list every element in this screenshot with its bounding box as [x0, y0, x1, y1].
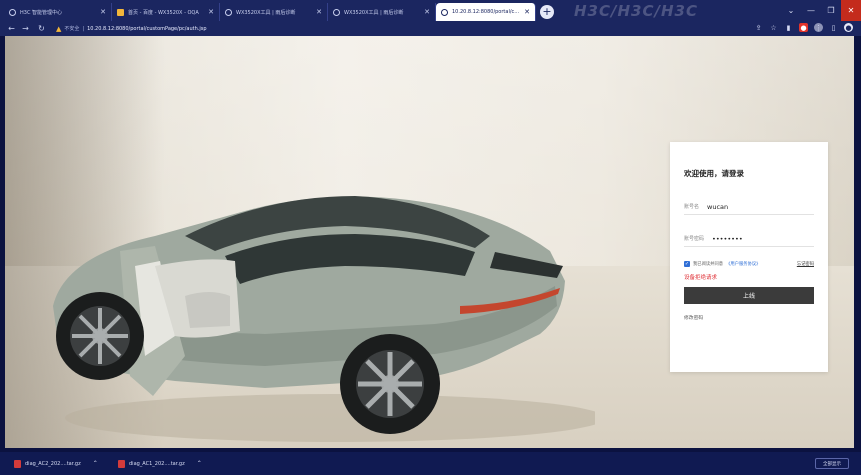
chevron-up-icon[interactable]: ⌃ [197, 460, 202, 467]
tab-title: H3C 智能管理中心 [20, 9, 63, 16]
agreement-row: ✓ 我已阅读并同意 《用户服务协议》 忘记密码 [684, 261, 814, 267]
close-icon[interactable]: ✕ [316, 8, 322, 16]
new-tab-button[interactable]: + [540, 5, 554, 19]
agree-text: 我已阅读并同意 [693, 262, 724, 267]
forgot-password-link[interactable]: 忘记密码 [797, 261, 814, 267]
show-all-downloads-button[interactable]: 全部显示 [815, 458, 849, 469]
portal-page: 欢迎使用，请登录 账号名 账号密码 ✓ 我已阅读并同意 《用户服务协议》 忘记密… [5, 36, 854, 448]
close-window-icon[interactable]: ✕ [841, 0, 861, 21]
username-label: 账号名 [684, 204, 700, 210]
password-input[interactable] [712, 234, 803, 243]
agree-checkbox[interactable]: ✓ [684, 261, 690, 267]
close-icon[interactable]: ✕ [524, 8, 530, 16]
archive-file-icon [14, 459, 21, 468]
back-icon[interactable]: ← [6, 23, 17, 34]
browser-toolbar: ← → ↻ ▲ 不安全 | 10.20.8.12:8080/portal/cus… [0, 21, 861, 36]
close-icon[interactable]: ✕ [424, 8, 430, 16]
tab-h3c-imc[interactable]: H3C 智能管理中心 ✕ [4, 3, 112, 21]
share-icon[interactable]: ⇪ [754, 23, 763, 32]
login-card: 欢迎使用，请登录 账号名 账号密码 ✓ 我已阅读并同意 《用户服务协议》 忘记密… [670, 142, 828, 372]
warning-icon [117, 8, 124, 16]
car-image [53, 196, 595, 442]
minimize-icon[interactable]: — [801, 0, 821, 21]
tab-wx3520x-1[interactable]: WX3520X工具 | 雨后诊断 ✕ [220, 3, 328, 21]
sidebar-icon[interactable]: ▯ [829, 23, 838, 32]
download-item[interactable]: diag_AC1_202....tar.gz ⌃ [118, 456, 202, 471]
chevron-down-icon[interactable]: ⌄ [781, 0, 801, 21]
username-field: 账号名 [684, 199, 814, 215]
warning-triangle-icon[interactable]: ▲ [56, 25, 61, 33]
watermark: H3C/H3C/H3C [574, 2, 698, 20]
tab-portal-active[interactable]: 10.20.8.12:8080/portal/custo ✕ [436, 3, 536, 21]
globe-icon [9, 8, 16, 16]
tab-title: WX3520X工具 | 雨后诊断 [236, 9, 296, 16]
forward-icon[interactable]: → [20, 23, 31, 34]
download-item[interactable]: diag_AC2_202....tar.gz ⌃ [14, 456, 98, 471]
maximize-icon[interactable]: ❐ [821, 0, 841, 21]
archive-file-icon [118, 459, 125, 468]
toolbar-actions: ⇪ ☆ ▮ ● ⋮ ▯ ● [754, 23, 853, 32]
tab-title: 首页 - 百度 - WX3520X - OQA [128, 9, 199, 16]
agreement-link[interactable]: 《用户服务协议》 [726, 261, 760, 267]
globe-icon [441, 8, 448, 16]
extension-icon[interactable]: ▮ [784, 23, 793, 32]
profile-icon[interactable]: ● [844, 23, 853, 32]
security-label: 不安全 [64, 26, 80, 32]
window-controls: ⌄ — ❐ ✕ [781, 0, 861, 21]
login-button[interactable]: 上线 [684, 287, 814, 304]
downloads-bar: diag_AC2_202....tar.gz ⌃ diag_AC1_202...… [0, 452, 861, 475]
tab-list: H3C 智能管理中心 ✕ 首页 - 百度 - WX3520X - OQA ✕ W… [4, 3, 554, 21]
error-message: 设备拒绝请求 [684, 275, 718, 281]
separator: | [82, 25, 85, 32]
menu-icon[interactable]: ⋮ [814, 23, 823, 32]
change-password-link[interactable]: 修改密码 [684, 314, 814, 321]
globe-icon [225, 8, 232, 16]
password-label: 账号密码 [684, 236, 705, 242]
extension-icon[interactable]: ● [799, 23, 808, 32]
download-filename: diag_AC2_202....tar.gz [25, 460, 81, 467]
close-icon[interactable]: ✕ [100, 8, 106, 16]
star-icon[interactable]: ☆ [769, 23, 778, 32]
tab-title: 10.20.8.12:8080/portal/custo [452, 9, 521, 15]
download-filename: diag_AC1_202....tar.gz [129, 460, 185, 467]
password-field: 账号密码 [684, 231, 814, 247]
url-text[interactable]: 10.20.8.12:8080/portal/customPage/pc/aut… [87, 26, 206, 32]
browser-tab-strip: H3C 智能管理中心 ✕ 首页 - 百度 - WX3520X - OQA ✕ W… [0, 0, 861, 21]
tab-title: WX3520X工具 | 雨后诊断 [344, 9, 404, 16]
close-icon[interactable]: ✕ [208, 8, 214, 16]
globe-icon [333, 8, 340, 16]
address-bar[interactable]: ▲ 不安全 | 10.20.8.12:8080/portal/customPag… [56, 23, 207, 34]
welcome-title: 欢迎使用，请登录 [684, 169, 744, 178]
tab-baidu[interactable]: 首页 - 百度 - WX3520X - OQA ✕ [112, 3, 220, 21]
username-input[interactable] [707, 202, 798, 211]
chevron-up-icon[interactable]: ⌃ [93, 460, 98, 467]
tab-wx3520x-2[interactable]: WX3520X工具 | 雨后诊断 ✕ [328, 3, 436, 21]
reload-icon[interactable]: ↻ [36, 23, 47, 34]
